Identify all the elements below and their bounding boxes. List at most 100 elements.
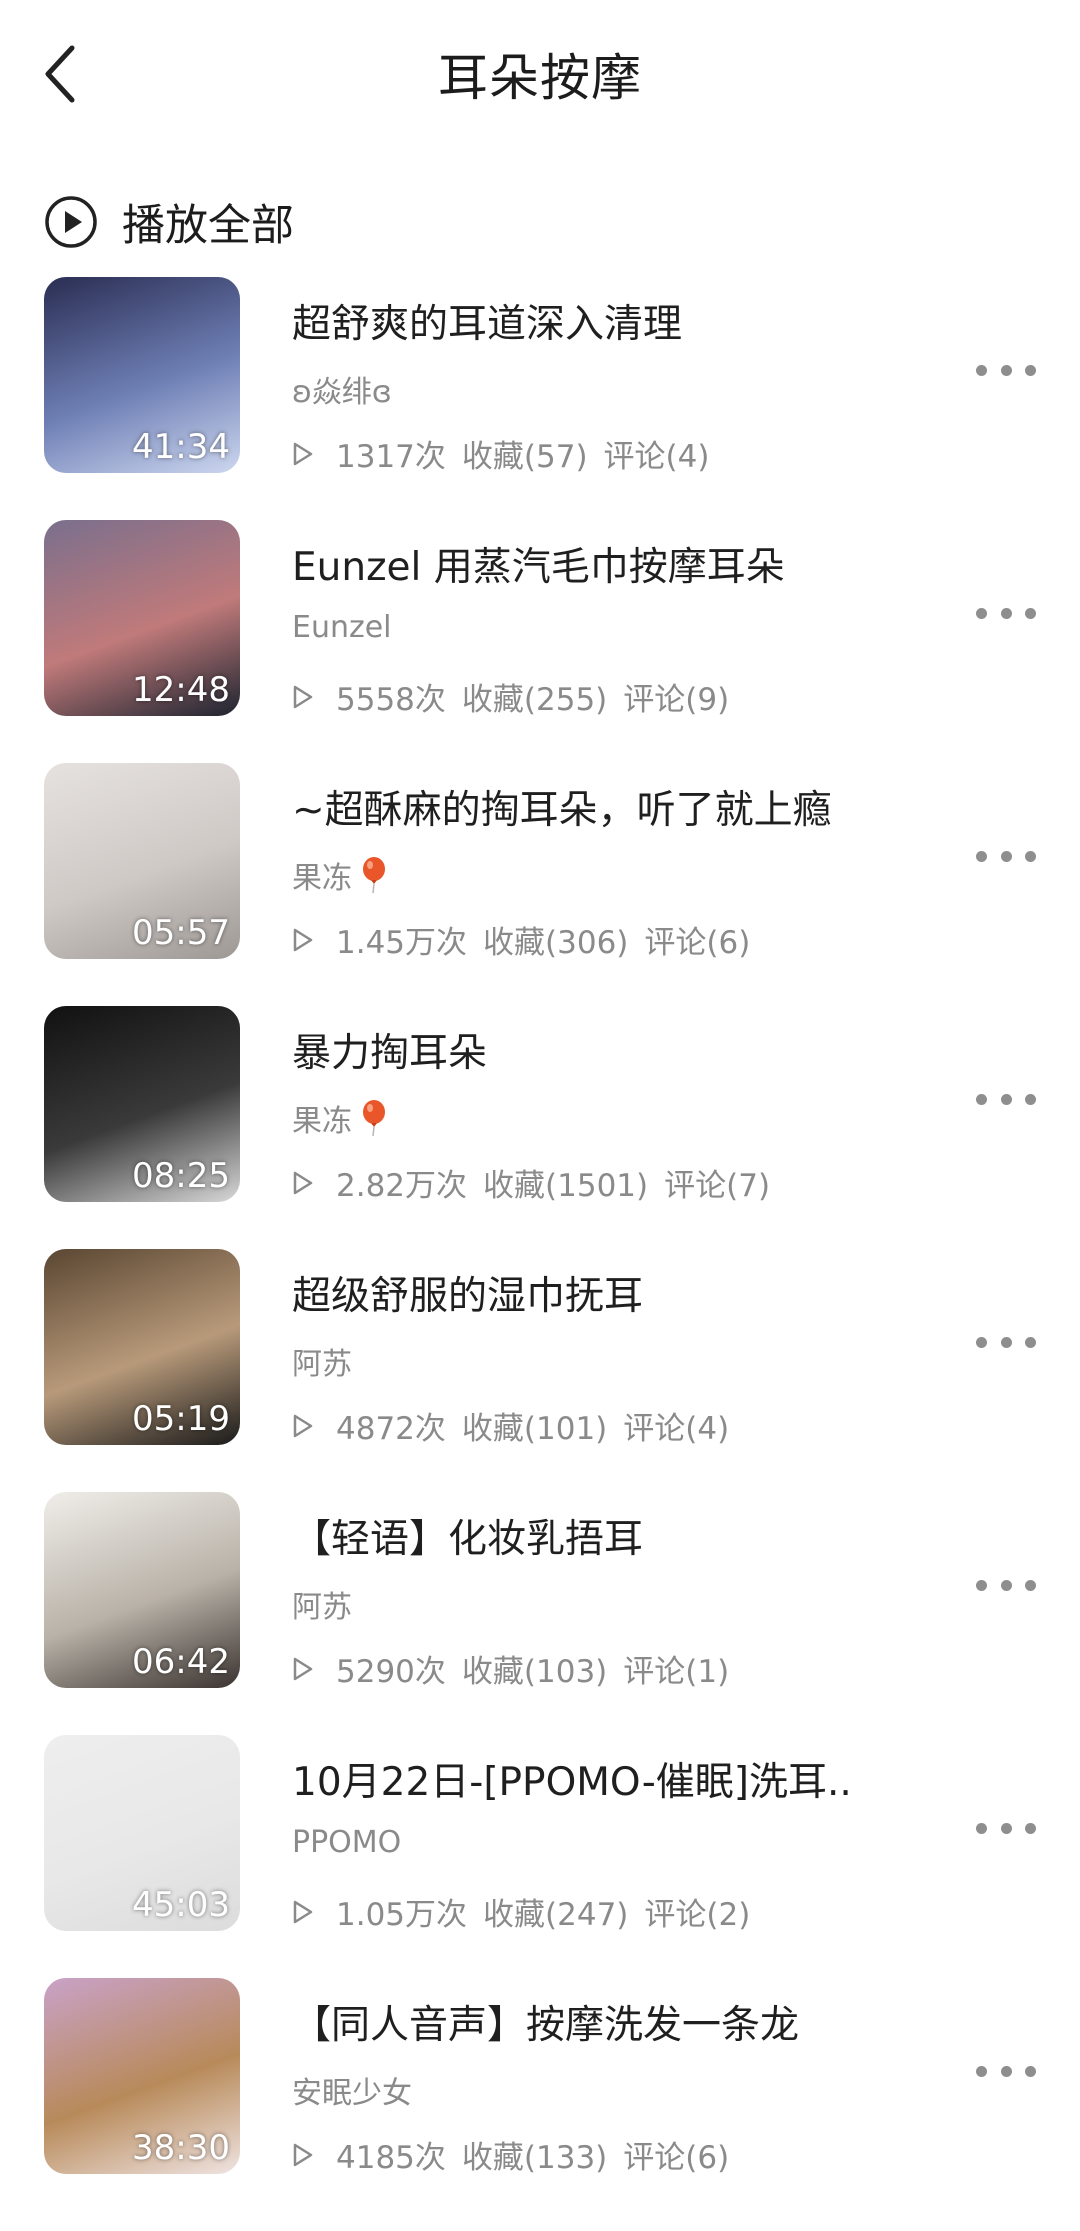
stats-row: 2.82万次 收藏(1501) 评论(7) — [292, 1160, 786, 1205]
play-all-button[interactable]: 播放全部 — [44, 190, 294, 254]
comment-count: 评论(1) — [623, 1654, 730, 1690]
more-options-button[interactable] — [976, 1570, 1036, 1600]
play-count: 5290次 — [336, 1654, 446, 1690]
list-item[interactable]: 41:34 超舒爽的耳道深入清理 ʚ焱绯ɞ 1317次 收藏(57) 评论(4) — [0, 275, 1080, 518]
more-dot — [1025, 1822, 1036, 1834]
more-dot — [1025, 1579, 1036, 1591]
comment-count: 评论(6) — [623, 2140, 730, 2176]
cover-image[interactable]: 41:34 — [44, 277, 240, 473]
play-count: 4872次 — [336, 1411, 446, 1447]
more-dot — [976, 850, 987, 862]
stats-row: 4872次 收藏(101) 评论(4) — [292, 1403, 745, 1448]
play-count-icon — [293, 442, 313, 465]
balloon-icon — [363, 857, 385, 894]
author-row: 阿苏 — [292, 1339, 352, 1383]
list-item[interactable]: 12:48 Eunzel 用蒸汽毛巾按摩耳朵 Eunzel 5558次 收藏(2… — [0, 518, 1080, 761]
track-title: 【轻语】化妆乳捂耳 — [292, 1517, 644, 1562]
track-title: 超舒爽的耳道深入清理 — [292, 302, 683, 347]
stats-row: 5558次 收藏(255) 评论(9) — [292, 674, 745, 719]
track-title: ~超酥麻的掏耳朵，听了就上瘾 — [292, 788, 832, 833]
stats-row: 5290次 收藏(103) 评论(1) — [292, 1646, 745, 1691]
cover-image[interactable]: 45:03 — [44, 1735, 240, 1931]
author-name: Eunzel — [292, 610, 392, 645]
author-row: Eunzel — [292, 610, 392, 645]
more-options-button[interactable] — [976, 598, 1036, 628]
stats-row: 4185次 收藏(133) 评论(6) — [292, 2132, 745, 2177]
more-dot — [976, 1336, 987, 1348]
more-dot — [1000, 1336, 1012, 1348]
balloon-icon — [363, 1100, 385, 1137]
cover-image[interactable]: 38:30 — [44, 1978, 240, 2174]
comment-count: 评论(4) — [623, 1411, 730, 1447]
comment-count: 评论(7) — [664, 1168, 771, 1204]
more-dot — [1025, 607, 1036, 619]
stats-row: 1.45万次 收藏(306) 评论(6) — [292, 917, 766, 962]
list-item[interactable]: 06:42 【轻语】化妆乳捂耳 阿苏 5290次 收藏(103) 评论(1) — [0, 1490, 1080, 1733]
list-item[interactable]: 05:57 ~超酥麻的掏耳朵，听了就上瘾 果冻 1.45万次 收藏(306) 评… — [0, 761, 1080, 1004]
favorite-count: 收藏(57) — [461, 439, 588, 475]
author-row: ʚ焱绯ɞ — [292, 367, 392, 411]
stats-row: 1.05万次 收藏(247) 评论(2) — [292, 1889, 766, 1934]
favorite-count: 收藏(133) — [461, 2140, 608, 2176]
more-dot — [1000, 1579, 1012, 1591]
list-item[interactable]: 38:30 【同人音声】按摩洗发一条龙 安眠少女 4185次 收藏(133) 评… — [0, 1976, 1080, 2219]
cover-image[interactable]: 12:48 — [44, 520, 240, 716]
author-row: 阿苏 — [292, 1582, 352, 1626]
track-title: 暴力掏耳朵 — [292, 1031, 488, 1076]
more-dot — [976, 1822, 987, 1834]
play-count: 1.05万次 — [336, 1897, 468, 1933]
author-name: 果冻 — [292, 861, 352, 896]
play-count-icon — [293, 1657, 313, 1680]
more-options-button[interactable] — [976, 841, 1036, 871]
list-item[interactable]: 08:25 暴力掏耳朵 果冻 2.82万次 收藏(1501) 评论(7) — [0, 1004, 1080, 1247]
more-options-button[interactable] — [976, 1813, 1036, 1843]
more-options-button[interactable] — [976, 1327, 1036, 1357]
duration-label: 08:25 — [132, 1156, 230, 1196]
comment-count: 评论(4) — [603, 439, 710, 475]
top-bar: 耳朵按摩 — [0, 0, 1080, 150]
cover-image[interactable]: 06:42 — [44, 1492, 240, 1688]
play-count-icon — [293, 2143, 313, 2166]
track-title: Eunzel 用蒸汽毛巾按摩耳朵 — [292, 545, 785, 590]
track-list: 41:34 超舒爽的耳道深入清理 ʚ焱绯ɞ 1317次 收藏(57) 评论(4)… — [0, 275, 1080, 2219]
author-name: 阿苏 — [292, 1347, 352, 1382]
play-count: 4185次 — [336, 2140, 446, 2176]
more-dot — [1025, 364, 1036, 376]
author-row: 安眠少女 — [292, 2068, 412, 2112]
play-count: 1.45万次 — [336, 925, 468, 961]
play-count-icon — [293, 928, 313, 951]
author-name: ʚ焱绯ɞ — [292, 375, 392, 410]
play-count-icon — [293, 1171, 313, 1194]
more-options-button[interactable] — [976, 355, 1036, 385]
cover-image[interactable]: 05:57 — [44, 763, 240, 959]
author-name: PPOMO — [292, 1825, 402, 1860]
more-dot — [1000, 1093, 1012, 1105]
author-row: 果冻 — [292, 1096, 388, 1140]
duration-label: 05:57 — [132, 913, 230, 953]
more-dot — [1000, 2065, 1012, 2077]
author-row: 果冻 — [292, 853, 388, 897]
more-options-button[interactable] — [976, 2056, 1036, 2086]
more-options-button[interactable] — [976, 1084, 1036, 1114]
duration-label: 12:48 — [132, 670, 230, 710]
track-title: 10月22日-[PPOMO-催眠]洗耳.. — [292, 1760, 852, 1805]
play-all-label: 播放全部 — [122, 201, 294, 251]
track-title: 【同人音声】按摩洗发一条龙 — [292, 2003, 800, 2048]
author-name: 安眠少女 — [292, 2076, 412, 2111]
favorite-count: 收藏(103) — [461, 1654, 608, 1690]
duration-label: 38:30 — [132, 2128, 230, 2168]
duration-label: 45:03 — [132, 1885, 230, 1925]
play-count-icon — [293, 1900, 313, 1923]
more-dot — [1025, 1093, 1036, 1105]
play-count-icon — [293, 1414, 313, 1437]
duration-label: 06:42 — [132, 1642, 230, 1682]
list-item[interactable]: 45:03 10月22日-[PPOMO-催眠]洗耳.. PPOMO 1.05万次… — [0, 1733, 1080, 1976]
cover-image[interactable]: 08:25 — [44, 1006, 240, 1202]
list-item[interactable]: 05:19 超级舒服的湿巾抚耳 阿苏 4872次 收藏(101) 评论(4) — [0, 1247, 1080, 1490]
favorite-count: 收藏(101) — [461, 1411, 608, 1447]
cover-image[interactable]: 05:19 — [44, 1249, 240, 1445]
more-dot — [976, 1093, 987, 1105]
more-dot — [1000, 607, 1012, 619]
play-count: 1317次 — [336, 439, 446, 475]
author-name: 果冻 — [292, 1104, 352, 1139]
